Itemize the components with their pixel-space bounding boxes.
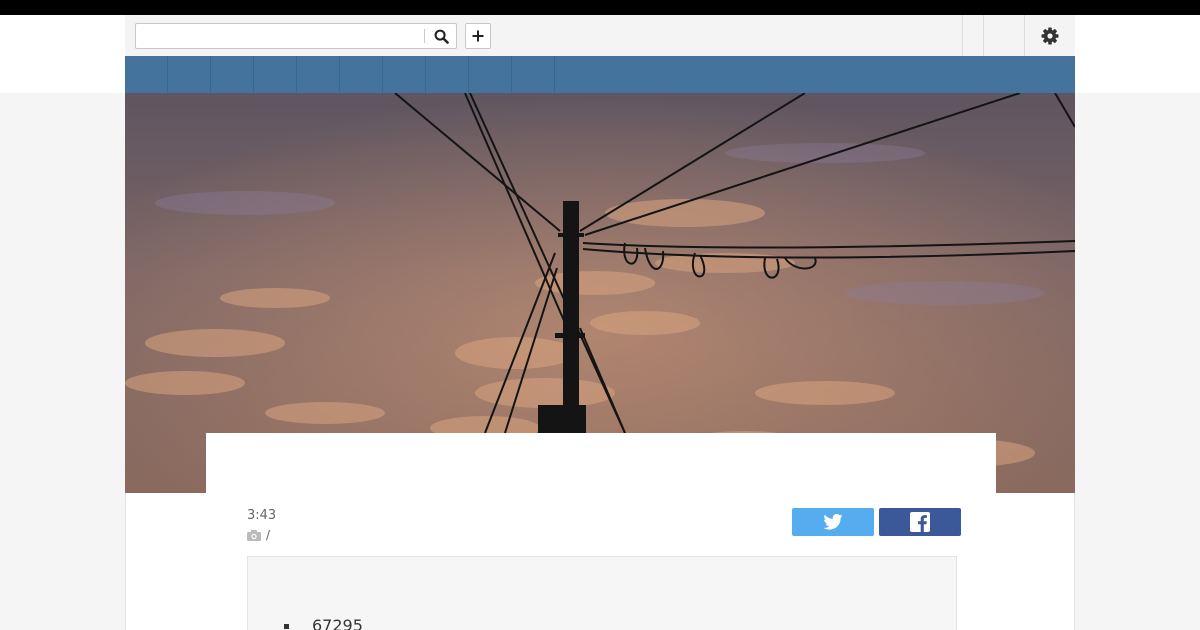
add-button[interactable] — [465, 23, 491, 49]
list-bullet — [284, 624, 289, 629]
article-card-header — [206, 433, 996, 493]
facebook-share-button[interactable] — [879, 508, 961, 536]
twitter-share-button[interactable] — [792, 508, 874, 536]
search-box — [135, 23, 457, 49]
nav-item[interactable] — [340, 56, 383, 93]
search-button[interactable] — [428, 25, 454, 47]
nav-item[interactable] — [426, 56, 469, 93]
nav-item[interactable] — [254, 56, 297, 93]
list-item: 67295 — [312, 616, 363, 630]
plus-icon — [472, 30, 484, 42]
twitter-icon — [823, 514, 843, 530]
facebook-icon — [910, 512, 930, 532]
header-menu-slot-1[interactable] — [963, 15, 983, 56]
post-time: 3:43 — [247, 508, 277, 523]
photo-credit-text: / — [266, 528, 271, 542]
header-menu-slot-2[interactable] — [984, 15, 1024, 56]
nav-bar — [125, 56, 1075, 93]
header-toolbar — [125, 15, 1075, 56]
nav-item[interactable] — [383, 56, 426, 93]
search-icon — [434, 29, 449, 44]
search-divider — [424, 29, 425, 43]
top-black-bar — [0, 0, 1200, 15]
nav-item[interactable] — [469, 56, 512, 93]
nav-item[interactable] — [125, 56, 168, 93]
article-content-panel: 67295 — [247, 556, 957, 630]
settings-button[interactable] — [1025, 15, 1075, 56]
gear-icon — [1041, 27, 1059, 44]
nav-item[interactable] — [512, 56, 555, 93]
nav-item[interactable] — [297, 56, 340, 93]
photo-credit: / — [247, 528, 270, 542]
nav-item[interactable] — [211, 56, 254, 93]
nav-item[interactable] — [168, 56, 211, 93]
article-body: 3:43 / 67295 — [125, 493, 1075, 630]
camera-icon — [247, 529, 261, 541]
search-input[interactable] — [136, 24, 424, 48]
